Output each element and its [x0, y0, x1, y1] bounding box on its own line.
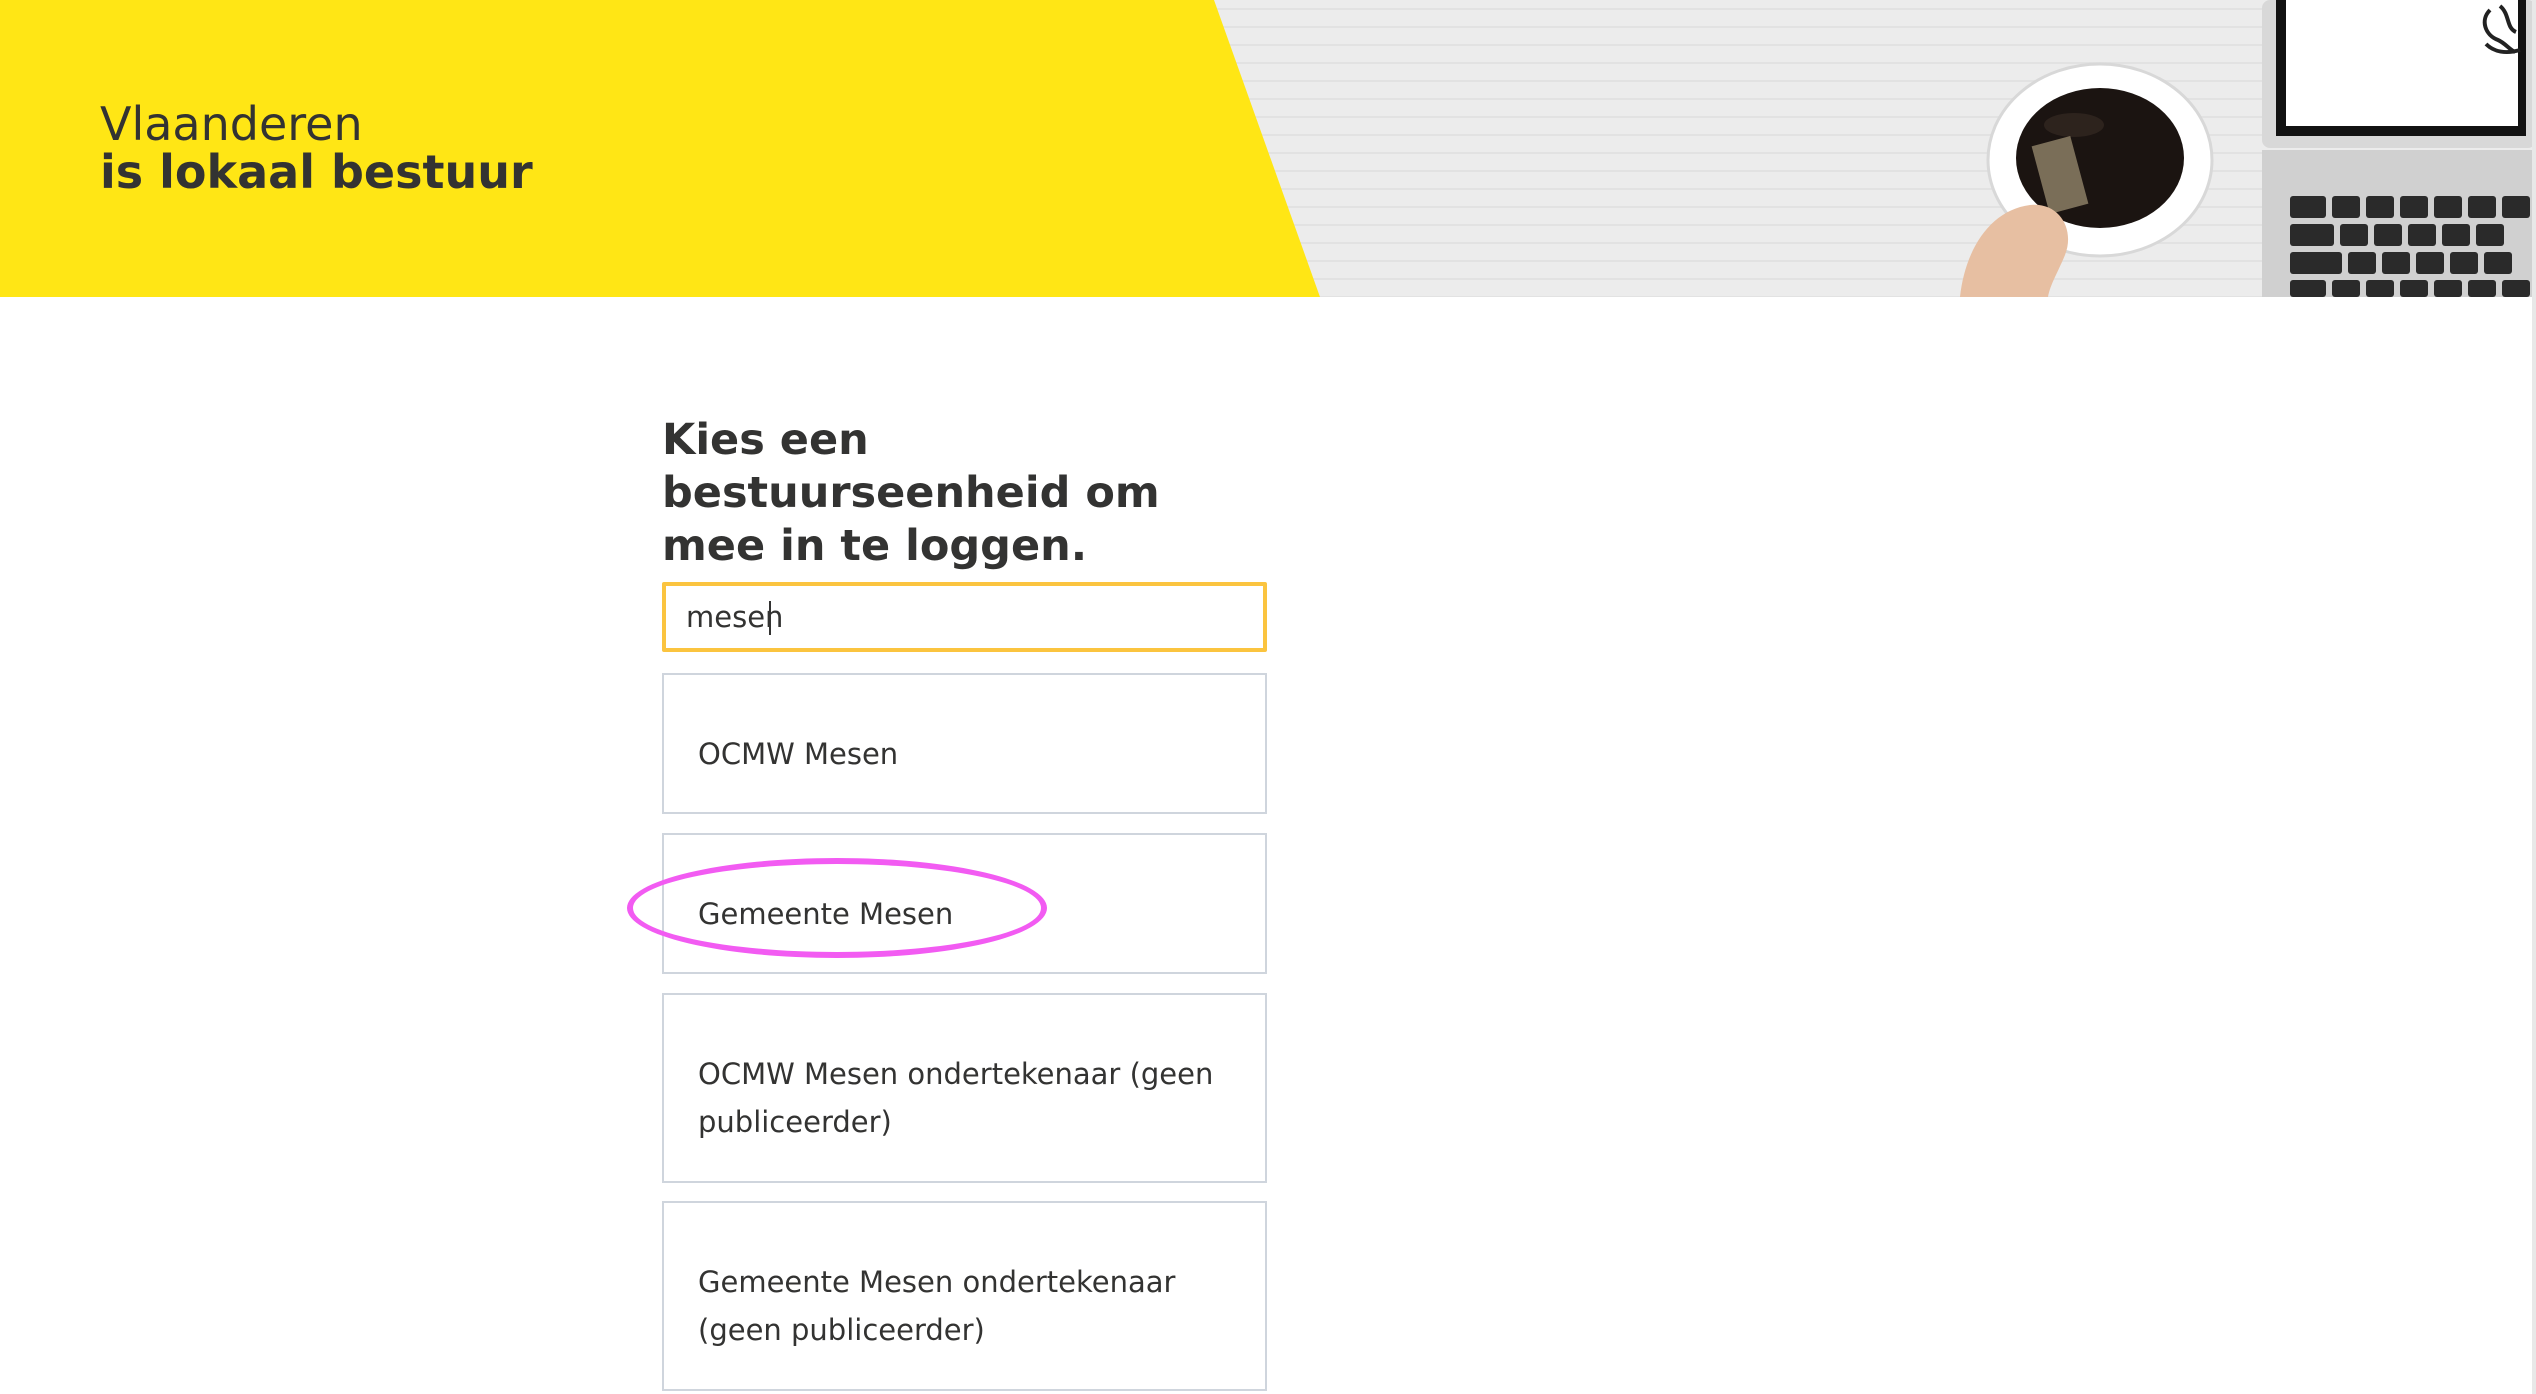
text-caret: [769, 601, 771, 635]
option-ocmw-mesen[interactable]: OCMW Mesen: [662, 673, 1267, 814]
scrollbar-edge: [2532, 0, 2536, 1394]
brand-logo[interactable]: Vlaanderen is lokaal bestuur: [100, 100, 533, 196]
brand-line-lokaal-bestuur: is lokaal bestuur: [100, 145, 533, 199]
page-title: Kies een bestuurseenheid om mee in te lo…: [662, 415, 1160, 571]
search-input[interactable]: [662, 582, 1267, 652]
option-label: OCMW Mesen: [698, 737, 899, 771]
login-unit-selector: Kies een bestuurseenheid om mee in te lo…: [662, 414, 1267, 1391]
option-gemeente-mesen-ondertekenaar[interactable]: Gemeente Mesen ondertekenaar (geen publi…: [662, 1201, 1267, 1391]
option-gemeente-mesen[interactable]: Gemeente Mesen: [662, 833, 1267, 974]
header-banner: Vlaanderen is lokaal bestuur: [0, 0, 2536, 297]
brand-line-vlaanderen: Vlaanderen: [100, 97, 363, 151]
option-ocmw-mesen-ondertekenaar[interactable]: OCMW Mesen ondertekenaar (geen publiceer…: [662, 993, 1267, 1183]
option-label: Gemeente Mesen ondertekenaar (geen publi…: [698, 1265, 1176, 1347]
option-label: Gemeente Mesen: [698, 897, 954, 931]
option-label: OCMW Mesen ondertekenaar (geen publiceer…: [698, 1057, 1214, 1139]
